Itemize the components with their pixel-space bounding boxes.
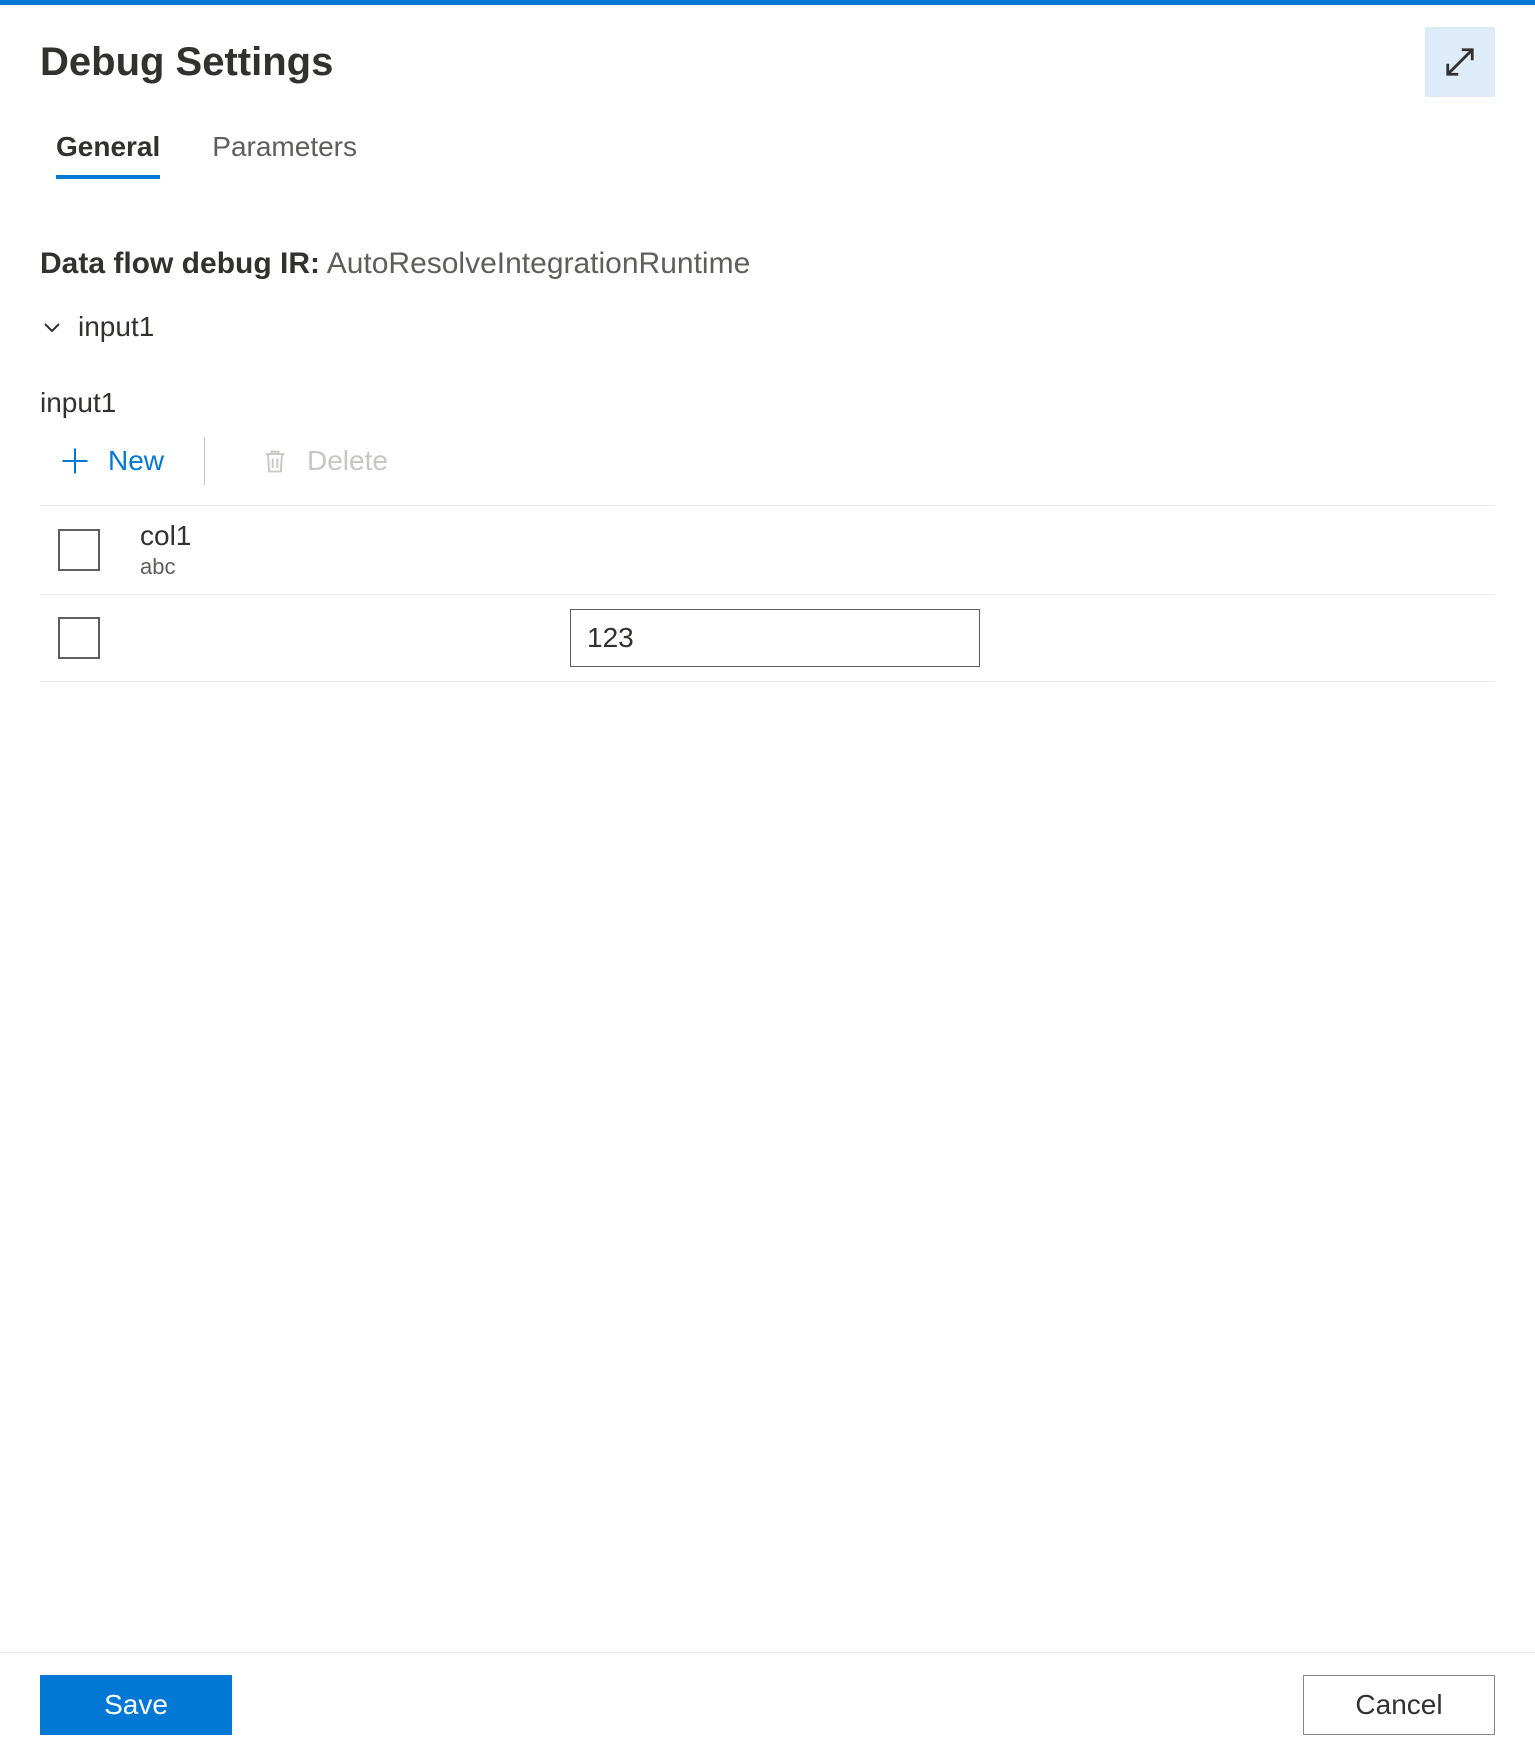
tab-parameters[interactable]: Parameters — [212, 131, 357, 179]
plus-icon — [60, 446, 90, 476]
debug-ir-value: AutoResolveIntegrationRuntime — [327, 247, 751, 280]
tab-general[interactable]: General — [56, 131, 160, 179]
section-name: input1 — [40, 387, 1495, 419]
cancel-button[interactable]: Cancel — [1303, 1675, 1495, 1735]
column-header-cell: col1 abc — [140, 520, 570, 580]
expand-icon — [1439, 41, 1481, 83]
debug-ir-row: Data flow debug IR: AutoResolveIntegrati… — [40, 247, 1495, 281]
page-title: Debug Settings — [40, 40, 333, 85]
column-value-input[interactable] — [570, 609, 980, 667]
expand-button[interactable] — [1425, 27, 1495, 97]
delete-button: Delete — [241, 443, 392, 479]
tabs: General Parameters — [0, 97, 1535, 179]
new-button-label: New — [108, 445, 164, 477]
content: Data flow debug IR: AutoResolveIntegrati… — [0, 179, 1535, 1652]
table-row — [40, 595, 1495, 682]
table-toolbar: New Delete — [40, 437, 1495, 506]
chevron-down-icon — [40, 315, 64, 339]
table-header-row: col1 abc — [40, 506, 1495, 595]
section-expander[interactable]: input1 — [40, 311, 1495, 343]
section-expander-label: input1 — [78, 311, 154, 343]
columns-table: col1 abc — [40, 506, 1495, 682]
trash-icon — [261, 447, 289, 475]
delete-button-label: Delete — [307, 445, 388, 477]
footer: Save Cancel — [0, 1652, 1535, 1757]
new-button[interactable]: New — [40, 443, 168, 479]
save-button[interactable]: Save — [40, 1675, 232, 1735]
debug-settings-panel: Debug Settings General Parameters Data f… — [0, 5, 1535, 1757]
select-all-checkbox[interactable] — [58, 529, 100, 571]
row-checkbox[interactable] — [58, 617, 100, 659]
header-row: Debug Settings — [0, 5, 1535, 97]
column-type: abc — [140, 554, 570, 580]
debug-ir-label: Data flow debug IR: — [40, 247, 320, 280]
toolbar-separator — [204, 437, 205, 485]
column-name: col1 — [140, 520, 570, 552]
